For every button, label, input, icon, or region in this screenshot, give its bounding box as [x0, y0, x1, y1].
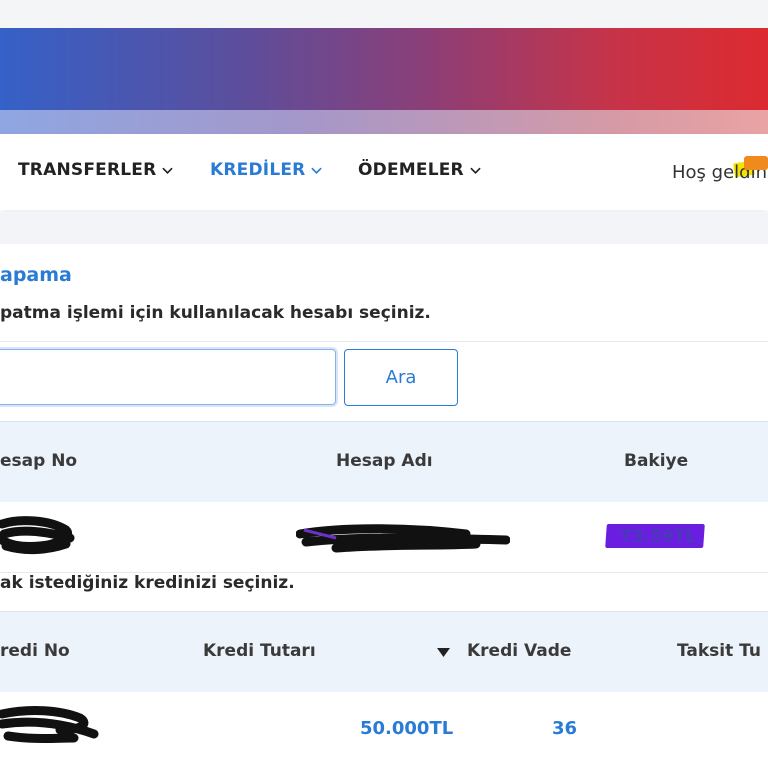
column-header-installment[interactable]: Taksit Tu [677, 641, 761, 661]
header-banner [0, 28, 768, 110]
column-header-account-name: Hesap Adı [336, 451, 433, 471]
search-input[interactable] [0, 349, 336, 405]
credit-selection-caption: ak istediğiniz kredinizi seçiniz. [0, 573, 295, 593]
search-button[interactable]: Ara [344, 349, 458, 406]
redacted-account-no [0, 516, 75, 555]
chevron-down-icon [311, 167, 323, 174]
credit-amount-value: 50.000TL [360, 718, 454, 739]
nav-item-transferler[interactable]: TRANSFERLER [18, 160, 174, 180]
redaction-sticker [744, 156, 768, 170]
sort-down-icon[interactable] [437, 648, 450, 657]
section-title: apama [0, 264, 72, 286]
nav-item-label: ÖDEMELER [358, 160, 464, 180]
balance-value: 73.59TL [620, 527, 697, 547]
table-row[interactable]: 73.59TL [0, 502, 768, 572]
divider [0, 341, 768, 342]
nav-item-odemeler[interactable]: ÖDEMELER [358, 160, 481, 180]
column-header-credit-no: redi No [0, 641, 70, 661]
instruction-text: patma işlemi için kullanılacak hesabı se… [0, 303, 431, 323]
chevron-down-icon [162, 167, 174, 174]
column-header-credit-term[interactable]: Kredi Vade [467, 641, 571, 661]
header-banner-fade [0, 110, 768, 134]
chevron-down-icon [470, 167, 481, 174]
redacted-account-name [296, 524, 510, 553]
redacted-credit-no [0, 706, 99, 743]
column-header-account-no: esap No [0, 451, 78, 471]
credits-table-header: redi No Kredi Tutarı Kredi Vade Taksit T… [0, 611, 768, 693]
table-row[interactable]: 50.000TL 36 [0, 692, 768, 768]
credit-term-value: 36 [552, 718, 578, 739]
column-header-balance: Bakiye [624, 451, 689, 471]
nav-item-label: TRANSFERLER [18, 160, 157, 180]
column-header-credit-amount[interactable]: Kredi Tutarı [203, 641, 316, 661]
content-gap [0, 212, 768, 244]
main-nav: TRANSFERLER KREDİLER ÖDEMELER Hoş geldin [0, 134, 768, 210]
nav-item-krediler[interactable]: KREDİLER [210, 160, 323, 180]
accounts-table-header: esap No Hesap Adı Bakiye [0, 421, 768, 503]
browser-top-strip [0, 0, 768, 28]
nav-item-label: KREDİLER [210, 160, 306, 180]
